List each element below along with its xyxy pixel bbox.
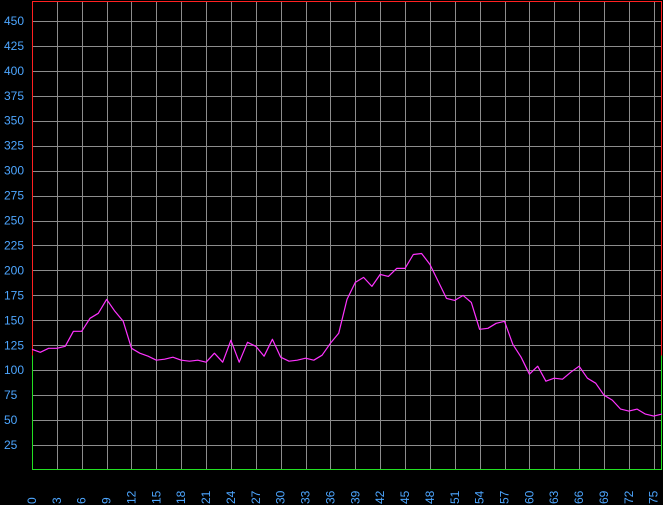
series-line <box>31 252 663 417</box>
x-tick-label: 15 <box>149 490 163 504</box>
y-tick-label: 125 <box>4 338 24 352</box>
x-tick-label: 69 <box>597 490 611 504</box>
x-tick-label: 72 <box>622 490 636 504</box>
x-tick-label: 75 <box>647 490 661 504</box>
y-tick-label: 400 <box>4 64 24 78</box>
x-axis-tick-labels: 0 3 6 9 12 15 18 21 24 27 30 33 36 39 42 45 48 51 54 57 60 63… <box>25 490 661 504</box>
x-tick-label: 0 <box>25 497 39 504</box>
line-chart: 25 50 75 100 125 150 175 200 225 250 275 300 325 350 3… <box>0 0 663 505</box>
y-tick-label: 275 <box>4 189 24 203</box>
frame-upper <box>32 1 662 356</box>
series-layer <box>31 252 663 417</box>
x-tick-label: 30 <box>274 490 288 504</box>
y-tick-label: 350 <box>4 114 24 128</box>
x-tick-label: 45 <box>398 490 412 504</box>
x-tick-label: 27 <box>249 490 263 504</box>
x-tick-label: 6 <box>75 497 89 504</box>
y-tick-label: 425 <box>4 39 24 53</box>
y-axis-tick-labels: 25 50 75 100 125 150 175 200 225 250 275 300 325 350 3… <box>4 14 24 452</box>
x-tick-label: 60 <box>522 490 536 504</box>
y-tick-label: 450 <box>4 14 24 28</box>
x-tick-label: 33 <box>299 490 313 504</box>
y-tick-label: 200 <box>4 263 24 277</box>
x-tick-label: 48 <box>423 490 437 504</box>
x-tick-label: 36 <box>323 490 337 504</box>
x-tick-label: 51 <box>448 490 462 504</box>
x-tick-label: 39 <box>348 490 362 504</box>
grid <box>32 1 662 470</box>
y-tick-label: 225 <box>4 239 24 253</box>
x-tick-label: 9 <box>100 497 114 504</box>
y-tick-label: 25 <box>4 438 18 452</box>
y-tick-label: 250 <box>4 214 24 228</box>
y-tick-label: 175 <box>4 288 24 302</box>
y-tick-label: 375 <box>4 89 24 103</box>
x-tick-label: 42 <box>373 490 387 504</box>
x-tick-label: 21 <box>199 490 213 504</box>
x-tick-label: 57 <box>498 490 512 504</box>
x-tick-label: 63 <box>547 490 561 504</box>
y-tick-label: 325 <box>4 139 24 153</box>
y-tick-label: 50 <box>4 413 18 427</box>
x-tick-label: 24 <box>224 490 238 504</box>
x-tick-label: 66 <box>572 490 586 504</box>
y-tick-label: 100 <box>4 363 24 377</box>
chart-canvas: 2550751001251501752002252502753003253503… <box>4 1 663 504</box>
y-tick-label: 150 <box>4 313 24 327</box>
x-tick-label: 18 <box>174 490 188 504</box>
x-tick-label: 12 <box>125 490 139 504</box>
x-tick-label: 54 <box>473 490 487 504</box>
y-tick-label: 300 <box>4 164 24 178</box>
x-tick-label: 3 <box>50 497 64 504</box>
frame-lower <box>32 355 662 470</box>
y-tick-label: 75 <box>4 388 18 402</box>
